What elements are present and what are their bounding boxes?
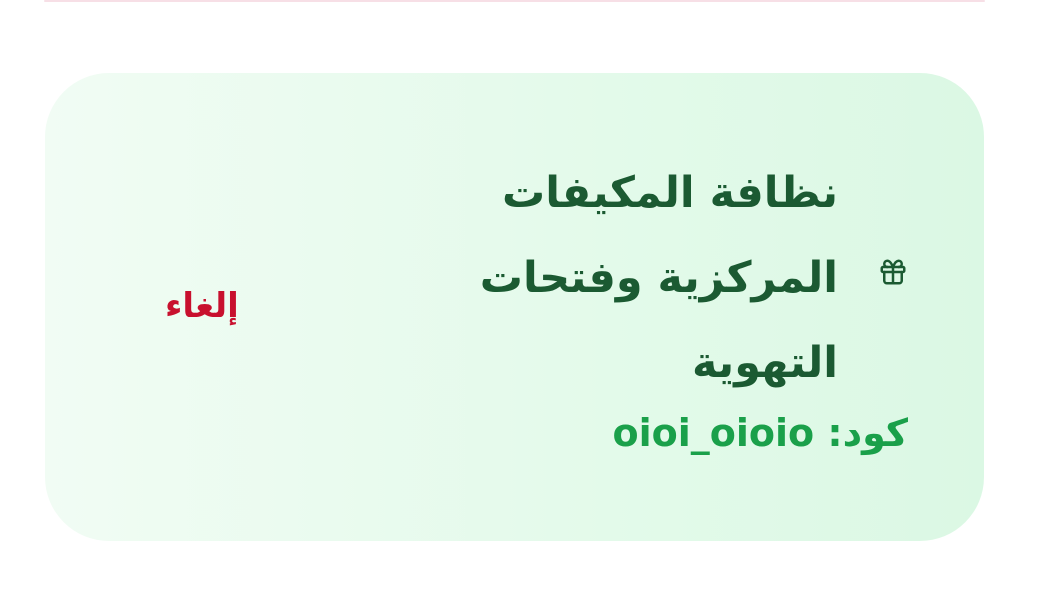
top-divider: [44, 0, 985, 2]
applied-coupon-card: نظافة المكيفات المركزية وفتحات التهوية ك…: [45, 73, 984, 541]
coupon-code-label: كود:: [827, 411, 908, 455]
service-info: نظافة المكيفات المركزية وفتحات التهوية: [418, 151, 838, 406]
cancel-coupon-button[interactable]: إلغاء: [165, 281, 239, 331]
service-title: نظافة المكيفات المركزية وفتحات التهوية: [479, 168, 838, 388]
coupon-code: كود: oioi_oioio: [613, 407, 909, 459]
gift-icon: [878, 257, 908, 287]
coupon-code-value: oioi_oioio: [612, 411, 815, 455]
